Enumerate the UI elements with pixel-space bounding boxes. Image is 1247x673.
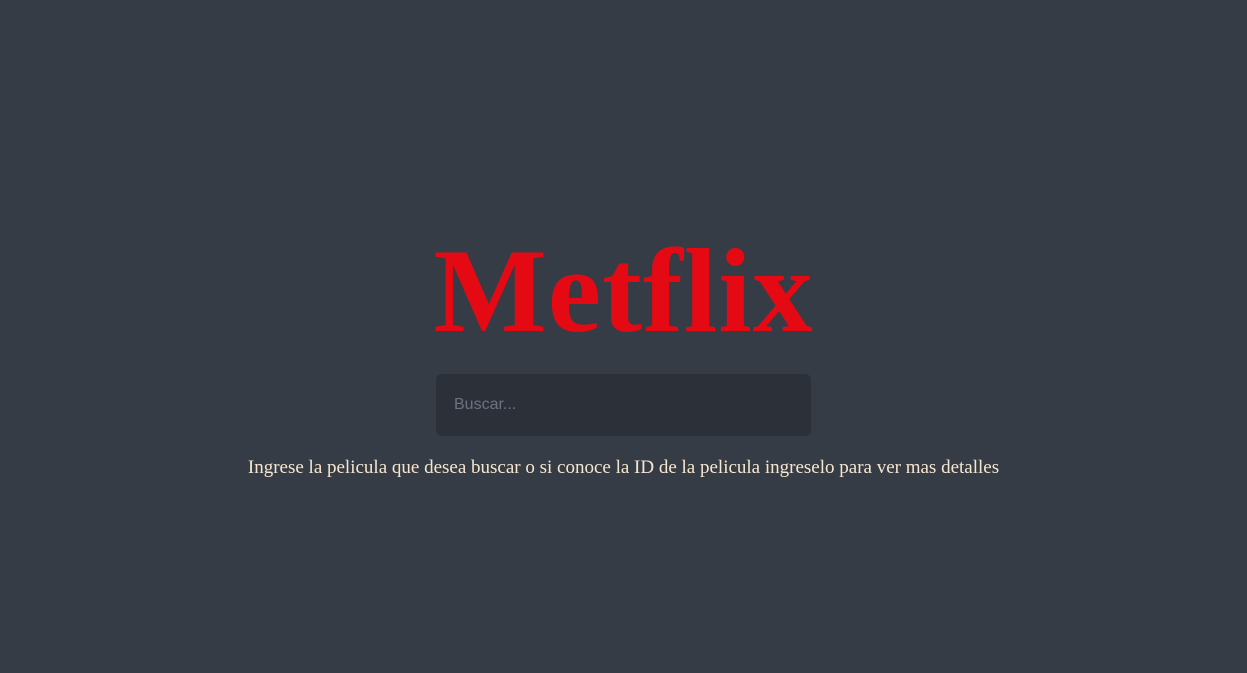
search-hint-text: Ingrese la pelicula que desea buscar o s… [247, 457, 1000, 478]
page: Metflix Ingrese la pelicula que desea bu… [0, 0, 1247, 673]
app-logo: Metflix [433, 224, 814, 357]
search-input[interactable] [436, 374, 811, 436]
